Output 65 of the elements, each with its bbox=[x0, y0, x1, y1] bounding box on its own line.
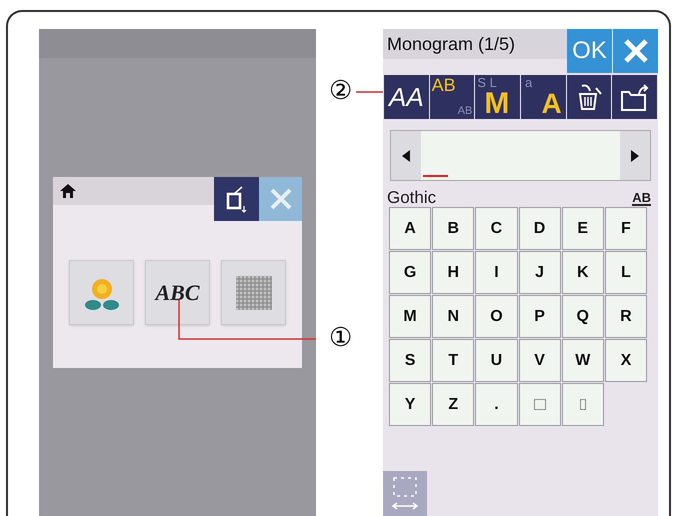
callout-number: ① bbox=[329, 324, 352, 350]
open-button[interactable] bbox=[612, 75, 658, 119]
right-arrow-button[interactable] bbox=[620, 131, 650, 180]
monogram-button[interactable]: ABC bbox=[145, 260, 210, 325]
home-icon[interactable] bbox=[59, 183, 77, 199]
font-style-label: AA bbox=[388, 80, 424, 114]
text-cursor bbox=[423, 175, 448, 177]
font-button[interactable]: AA bbox=[384, 75, 429, 119]
letter-key[interactable]: E bbox=[562, 207, 604, 250]
left-triangle-icon bbox=[402, 150, 410, 162]
leader-line bbox=[356, 91, 383, 93]
close-icon bbox=[622, 38, 648, 64]
button-label: M bbox=[484, 89, 510, 119]
font-name: Gothic bbox=[387, 189, 436, 206]
letter-key[interactable]: U bbox=[475, 339, 518, 382]
letter-key[interactable]: B bbox=[432, 207, 474, 250]
right-triangle-icon bbox=[631, 150, 639, 162]
layout-button[interactable] bbox=[383, 471, 427, 516]
letter-key[interactable]: G bbox=[389, 251, 432, 294]
frame-arrow-icon bbox=[390, 476, 420, 512]
letter-key[interactable]: Y bbox=[389, 383, 432, 426]
left-arrow-button[interactable] bbox=[391, 131, 421, 180]
letter-key[interactable]: S bbox=[389, 339, 432, 382]
close-icon bbox=[268, 187, 292, 211]
letter-key[interactable]: I bbox=[475, 251, 518, 294]
folder-icon bbox=[618, 82, 651, 112]
space-narrow-key[interactable] bbox=[562, 383, 604, 426]
letter-key[interactable]: W bbox=[562, 339, 604, 382]
letter-key[interactable]: Q bbox=[562, 295, 604, 338]
button-label: A bbox=[541, 90, 562, 118]
letter-key[interactable]: A bbox=[389, 207, 432, 250]
letter-key[interactable]: V bbox=[518, 339, 561, 382]
letter-key[interactable]: D bbox=[518, 207, 561, 250]
button-label: AB bbox=[458, 106, 472, 117]
letter-key[interactable]: M bbox=[389, 295, 432, 338]
embroidery-button[interactable] bbox=[69, 260, 134, 325]
letter-key[interactable]: X bbox=[604, 339, 647, 382]
letter-key[interactable]: . bbox=[475, 383, 518, 426]
letter-key[interactable]: C bbox=[475, 207, 518, 250]
hoop-button[interactable] bbox=[214, 177, 259, 221]
letter-key[interactable]: H bbox=[432, 251, 474, 294]
case-button[interactable]: AB AB bbox=[430, 75, 474, 119]
letter-key[interactable]: R bbox=[604, 295, 647, 338]
lower-button[interactable]: a A bbox=[521, 75, 566, 119]
letter-key[interactable]: L bbox=[604, 251, 647, 294]
callout-number: ② bbox=[329, 77, 352, 103]
letter-key[interactable]: J bbox=[518, 251, 561, 294]
letter-key[interactable]: K bbox=[562, 251, 604, 294]
button-label: S L bbox=[477, 76, 497, 89]
button-label: a bbox=[525, 76, 532, 89]
grid-button[interactable] bbox=[221, 260, 286, 325]
letter-key[interactable]: F bbox=[604, 207, 647, 250]
delete-button[interactable] bbox=[566, 75, 612, 119]
letter-key[interactable]: N bbox=[432, 295, 474, 338]
size-button[interactable]: S L M bbox=[475, 75, 520, 119]
space-wide-key[interactable] bbox=[518, 383, 561, 426]
letter-key[interactable]: T bbox=[432, 339, 474, 382]
grid-icon bbox=[236, 276, 272, 310]
screen-title: Monogram (1/5) bbox=[383, 29, 567, 59]
wide-space-icon bbox=[534, 399, 546, 410]
letter-key[interactable]: P bbox=[518, 295, 561, 338]
narrow-space-icon bbox=[580, 399, 586, 410]
button-label: AB bbox=[432, 76, 456, 94]
letter-key[interactable]: O bbox=[475, 295, 518, 338]
letter-key[interactable]: Z bbox=[432, 383, 474, 426]
